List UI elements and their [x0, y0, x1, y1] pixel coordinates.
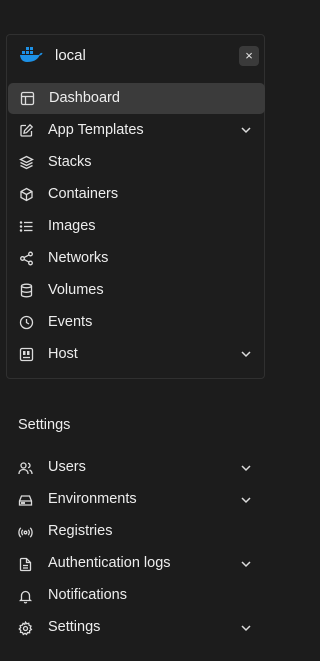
nav-item-environments[interactable]: Environments — [0, 485, 268, 515]
bell-icon — [18, 589, 33, 604]
nav-label: Containers — [48, 186, 119, 202]
edit-icon — [19, 123, 34, 138]
hard-drive-icon — [18, 493, 33, 508]
nav-label: Networks — [48, 250, 109, 266]
nav-label: Authentication logs — [48, 555, 171, 571]
nav-item-images[interactable]: Images — [7, 211, 264, 242]
host-icon — [19, 347, 34, 362]
database-icon — [19, 283, 34, 298]
nav-label: Events — [48, 314, 93, 330]
nav-label: Stacks — [48, 154, 92, 170]
docker-icon — [19, 45, 43, 63]
chevron-down-icon[interactable] — [240, 558, 252, 570]
nav-item-dashboard[interactable]: Dashboard — [8, 83, 265, 114]
nav-label: Registries — [48, 523, 113, 539]
clock-icon — [19, 315, 34, 330]
nav-label: Notifications — [48, 587, 127, 603]
list-icon — [19, 219, 34, 234]
nav-item-notifications[interactable]: Notifications — [0, 581, 268, 611]
layout-icon — [20, 91, 35, 106]
close-environment-button[interactable]: × — [239, 46, 259, 66]
nav-label: Images — [48, 218, 96, 234]
settings-section-title: Settings — [18, 417, 71, 433]
nav-item-events[interactable]: Events — [7, 307, 264, 338]
gear-icon — [18, 621, 33, 636]
nav-item-host[interactable]: Host — [7, 339, 264, 370]
file-text-icon — [18, 557, 33, 572]
nav-item-registries[interactable]: Registries — [0, 517, 268, 547]
environment-name: local — [55, 47, 86, 64]
nav-label: Host — [48, 346, 78, 362]
users-icon — [18, 461, 33, 476]
radio-icon — [18, 525, 33, 540]
nav-label: Settings — [48, 619, 101, 635]
nav-item-volumes[interactable]: Volumes — [7, 275, 264, 306]
chevron-down-icon[interactable] — [240, 462, 252, 474]
chevron-down-icon[interactable] — [240, 348, 252, 360]
nav-item-networks[interactable]: Networks — [7, 243, 264, 274]
nav-label: App Templates — [48, 122, 144, 138]
nav-item-app-templates[interactable]: App Templates — [7, 115, 264, 146]
environment-header: local × — [7, 35, 264, 77]
box-icon — [19, 187, 34, 202]
environment-panel: local × Dashboard App Templates Stacks C… — [6, 34, 265, 379]
share-icon — [19, 251, 34, 266]
chevron-down-icon[interactable] — [240, 494, 252, 506]
nav-label: Volumes — [48, 282, 104, 298]
nav-item-users[interactable]: Users — [0, 453, 268, 483]
nav-item-stacks[interactable]: Stacks — [7, 147, 264, 178]
nav-item-settings[interactable]: Settings — [0, 613, 268, 643]
layers-icon — [19, 155, 34, 170]
nav-item-authentication-logs[interactable]: Authentication logs — [0, 549, 268, 579]
chevron-down-icon[interactable] — [240, 124, 252, 136]
nav-label: Users — [48, 459, 86, 475]
nav-label: Dashboard — [49, 90, 120, 106]
nav-label: Environments — [48, 491, 137, 507]
nav-item-containers[interactable]: Containers — [7, 179, 264, 210]
chevron-down-icon[interactable] — [240, 622, 252, 634]
